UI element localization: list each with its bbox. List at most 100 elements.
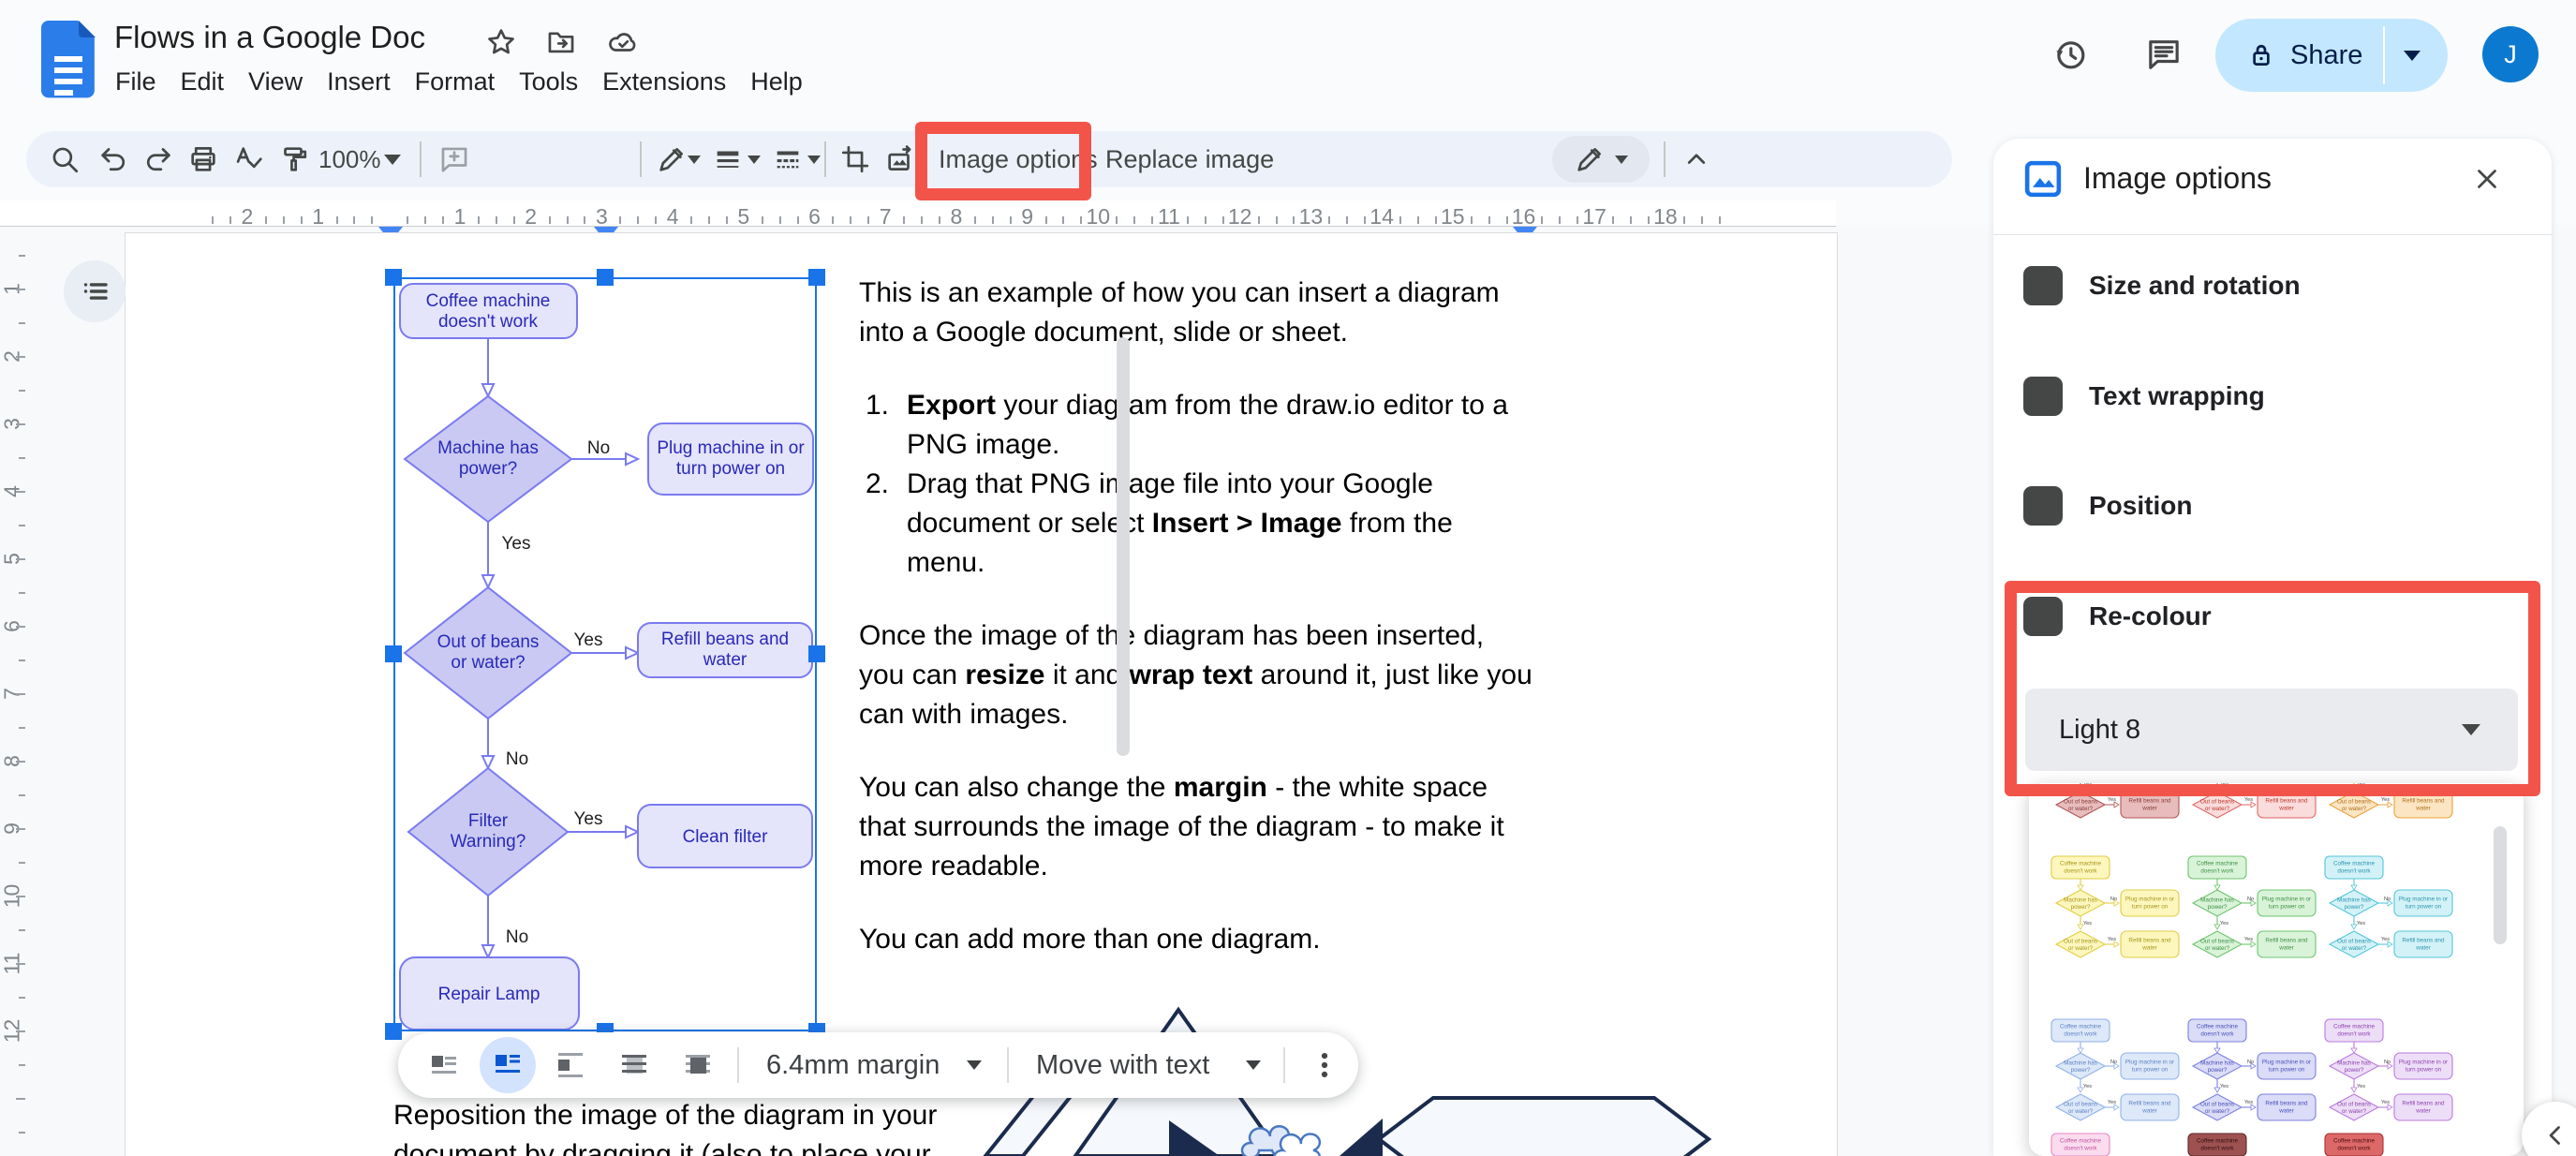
ruler-tick bbox=[19, 322, 25, 324]
selection-handle[interactable] bbox=[597, 269, 614, 286]
section-position[interactable]: Position bbox=[2023, 486, 2510, 526]
zoom-caret[interactable] bbox=[384, 131, 401, 187]
text-segment: Insert > Image bbox=[1152, 508, 1342, 539]
ruler-number: 5 bbox=[737, 204, 749, 230]
section-text-wrapping[interactable]: Text wrapping bbox=[2023, 377, 2510, 416]
selection-handle[interactable] bbox=[808, 645, 825, 662]
ruler-tick bbox=[1205, 216, 1207, 224]
recolour-preview-indigo[interactable]: Coffee machinedoesn't workMachine haspow… bbox=[2179, 1017, 2317, 1129]
search-icon[interactable] bbox=[49, 131, 81, 187]
redo-icon[interactable] bbox=[142, 131, 174, 187]
editing-mode-button[interactable] bbox=[1552, 136, 1650, 183]
list-format-button[interactable] bbox=[64, 260, 126, 322]
reset-image-icon[interactable] bbox=[884, 131, 916, 187]
border-dash-icon[interactable] bbox=[772, 131, 804, 187]
close-panel-icon[interactable] bbox=[2471, 163, 2503, 195]
wrap-inline-icon[interactable] bbox=[428, 1032, 460, 1098]
menu-extensions[interactable]: Extensions bbox=[590, 62, 738, 102]
more-options-kebab-icon[interactable] bbox=[1309, 1032, 1340, 1098]
behind-text-icon[interactable] bbox=[618, 1032, 650, 1098]
svg-text:Plug machine in or: Plug machine in or bbox=[2399, 897, 2448, 903]
annotation-image-options bbox=[915, 122, 1091, 200]
ruler-tick bbox=[1701, 216, 1703, 224]
document-scrollbar[interactable] bbox=[1117, 337, 1130, 756]
bottom-paragraph-line[interactable]: Reposition the image of the diagram in y… bbox=[393, 1100, 937, 1132]
paint-format-icon[interactable] bbox=[277, 131, 309, 187]
document-body-text[interactable]: This is an example of how you can insert… bbox=[859, 274, 1552, 993]
recolour-preview-red-solid[interactable]: Coffee machinedoesn't workMachine haspow… bbox=[2316, 1132, 2454, 1156]
crop-icon[interactable] bbox=[839, 131, 871, 187]
bottom-paragraph-line[interactable]: document by dragging it (also to place y… bbox=[393, 1139, 931, 1156]
hide-menus-icon[interactable] bbox=[1680, 131, 1712, 187]
zoom-select[interactable]: 100% bbox=[318, 131, 381, 187]
move-folder-icon[interactable] bbox=[545, 26, 577, 58]
menu-format[interactable]: Format bbox=[403, 62, 508, 102]
recolour-preview-yellow[interactable]: Coffee machinedoesn't workMachine haspow… bbox=[2042, 854, 2181, 966]
menu-view[interactable]: View bbox=[236, 62, 315, 102]
paragraph[interactable]: You can also change the margin - the whi… bbox=[859, 768, 1552, 886]
share-dropdown-caret[interactable] bbox=[2404, 51, 2421, 61]
margin-select[interactable]: 6.4mm margin bbox=[766, 1032, 940, 1098]
cloud-status-icon[interactable] bbox=[607, 26, 639, 58]
ruler-tick bbox=[442, 216, 444, 224]
recolour-preview-purple[interactable]: Coffee machinedoesn't workMachine haspow… bbox=[2316, 1017, 2454, 1129]
ruler-number: 2 bbox=[525, 204, 537, 230]
ruler-tick bbox=[16, 423, 25, 425]
recolour-preview-pink[interactable]: Coffee machinedoesn't workMachine haspow… bbox=[2042, 1132, 2181, 1156]
undo-icon[interactable] bbox=[97, 131, 129, 187]
replace-image-button[interactable]: Replace image bbox=[1105, 131, 1274, 187]
document-title[interactable]: Flows in a Google Doc bbox=[114, 20, 425, 55]
menu-file[interactable]: File bbox=[103, 62, 169, 102]
ruler-number: 12 bbox=[1228, 204, 1252, 230]
version-history-icon[interactable] bbox=[2051, 36, 2089, 73]
selection-handle[interactable] bbox=[385, 269, 402, 286]
docs-logo[interactable] bbox=[41, 21, 96, 104]
recolour-preview-pale-blue[interactable]: Coffee machinedoesn't workMachine haspow… bbox=[2042, 1017, 2181, 1129]
section-expand-icon[interactable] bbox=[2023, 377, 2063, 416]
ruler-number: 18 bbox=[1653, 204, 1678, 230]
text-segment: PNG image. bbox=[907, 429, 1059, 460]
recolour-preview-cyan[interactable]: Coffee machinedoesn't workMachine haspow… bbox=[2316, 854, 2454, 966]
menu-edit[interactable]: Edit bbox=[169, 62, 237, 102]
border-dash-caret[interactable] bbox=[807, 131, 821, 187]
border-color-pencil-icon[interactable] bbox=[656, 131, 688, 187]
break-text-icon[interactable] bbox=[555, 1032, 586, 1098]
spellcheck-icon[interactable] bbox=[232, 131, 264, 187]
image-selection-box[interactable] bbox=[393, 277, 817, 1031]
menu-help[interactable]: Help bbox=[738, 62, 815, 102]
border-weight-icon[interactable] bbox=[712, 131, 744, 187]
section-expand-icon[interactable] bbox=[2023, 266, 2063, 305]
ruler-number: 10 bbox=[1087, 204, 1111, 230]
share-button[interactable]: Share bbox=[2215, 19, 2448, 92]
svg-text:water: water bbox=[2415, 1108, 2430, 1115]
dropdown-scrollbar[interactable] bbox=[2494, 826, 2507, 944]
comment-history-icon[interactable] bbox=[2145, 36, 2183, 73]
star-icon[interactable] bbox=[485, 26, 517, 58]
svg-text:Yes: Yes bbox=[2108, 797, 2116, 803]
list-item[interactable]: 2.Drag that PNG image file into your Goo… bbox=[859, 465, 1552, 583]
margin-caret[interactable] bbox=[967, 1032, 982, 1098]
recolour-preview-green[interactable]: Coffee machinedoesn't workMachine haspow… bbox=[2179, 854, 2317, 966]
selection-handle[interactable] bbox=[385, 645, 402, 662]
border-color-caret[interactable] bbox=[688, 131, 701, 187]
move-with-text-select[interactable]: Move with text bbox=[1036, 1032, 1209, 1098]
menu-insert[interactable]: Insert bbox=[315, 62, 403, 102]
print-icon[interactable] bbox=[187, 131, 219, 187]
selection-handle[interactable] bbox=[808, 269, 825, 286]
menu-tools[interactable]: Tools bbox=[507, 62, 590, 102]
move-caret[interactable] bbox=[1246, 1032, 1261, 1098]
paragraph[interactable]: You can add more than one diagram. bbox=[859, 920, 1552, 959]
wrap-text-option[interactable] bbox=[480, 1032, 536, 1098]
border-weight-caret[interactable] bbox=[748, 131, 761, 187]
section-expand-icon[interactable] bbox=[2023, 486, 2063, 526]
in-front-of-text-icon[interactable] bbox=[682, 1032, 714, 1098]
recolour-preview-maroon-solid[interactable]: Coffee machinedoesn't workMachine haspow… bbox=[2179, 1132, 2317, 1156]
section-size-and-rotation[interactable]: Size and rotation bbox=[2023, 266, 2510, 305]
paragraph[interactable]: This is an example of how you can insert… bbox=[859, 274, 1552, 352]
diagram-wedge bbox=[1340, 1119, 1383, 1156]
avatar[interactable]: J bbox=[2482, 26, 2539, 82]
paragraph[interactable]: Once the image of the diagram has been i… bbox=[859, 616, 1552, 734]
add-comment-icon[interactable] bbox=[438, 131, 470, 187]
selection-handle[interactable] bbox=[385, 1023, 402, 1040]
list-item[interactable]: 1.Export your diagram from the draw.io e… bbox=[859, 386, 1552, 465]
